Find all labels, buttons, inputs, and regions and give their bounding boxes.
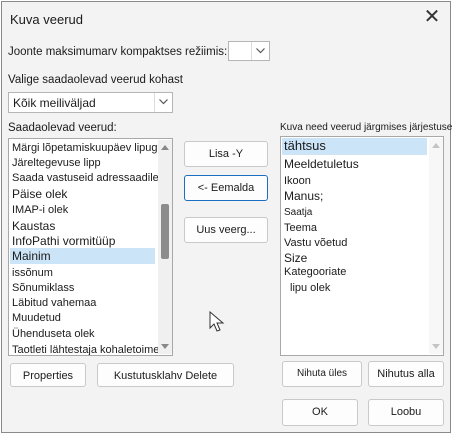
list-item[interactable]: Size — [284, 251, 307, 265]
shown-columns-list[interactable]: tähtsus Meeldetuletus Ikoon Manus; Saatj… — [280, 136, 444, 356]
list-item[interactable]: Taotleti lähtestaja kohaletoimetamist — [12, 344, 172, 355]
list-item[interactable]: Kaustas — [12, 219, 55, 233]
list-item[interactable]: IMAP-i olek — [12, 204, 68, 216]
mouse-pointer-icon — [209, 311, 225, 332]
delete-button[interactable]: Kustutusklahv Delete — [97, 363, 234, 387]
source-combobox[interactable]: Kõik meiliväljad — [8, 92, 173, 113]
scroll-up-icon — [432, 143, 440, 148]
list-item[interactable]: InfoPathi vormitüüp — [12, 234, 115, 248]
available-columns-label: Saadaolevad veerud: — [8, 122, 117, 134]
new-column-button[interactable]: Uus veerg... — [184, 217, 268, 243]
move-down-button[interactable]: Nihutus alla — [368, 361, 444, 387]
compact-lines-combobox[interactable] — [228, 41, 270, 61]
scroll-down-icon — [161, 344, 169, 349]
list-item-selected[interactable]: Mainim — [12, 249, 51, 263]
list-item[interactable]: Sõnumiklass — [12, 282, 74, 294]
remove-button[interactable]: <- Eemalda — [184, 175, 268, 201]
properties-button[interactable]: Properties — [10, 363, 86, 387]
chevron-down-icon[interactable] — [251, 42, 269, 60]
source-label: Valige saadaolevad veerud kohast — [8, 74, 183, 86]
list-item[interactable]: Kategooriate — [284, 266, 346, 278]
scrollbar-thumb[interactable] — [161, 204, 169, 259]
move-up-button[interactable]: Nihuta üles — [282, 361, 362, 387]
title-bar: Kuva veerud ✕ — [2, 2, 450, 38]
dialog-title: Kuva veerud — [10, 12, 83, 27]
list-item[interactable]: Ühenduseta olek — [12, 328, 95, 340]
ok-button[interactable]: OK — [282, 399, 358, 426]
list-item[interactable]: lipu olek — [290, 282, 330, 294]
list-item[interactable]: Saatja — [284, 207, 312, 218]
source-selected-value: Kõik meiliväljad — [13, 96, 96, 110]
list-item[interactable]: Järeltegevuse lipp — [12, 157, 101, 169]
list-item[interactable]: Vastu võetud — [284, 237, 347, 249]
list-item[interactable]: Teema — [284, 222, 317, 234]
scroll-up-icon — [161, 145, 169, 150]
list-item[interactable]: Manus; — [284, 189, 323, 203]
list-item[interactable]: Meeldetuletus — [284, 157, 359, 171]
compact-lines-label: Joonte maksimumarv kompaktses režiimis: … — [8, 46, 237, 58]
list-item[interactable]: Ikoon — [284, 175, 311, 187]
list-item[interactable]: Päise olek — [12, 187, 67, 201]
scroll-down-icon — [432, 344, 440, 349]
cancel-button[interactable]: Loobu — [368, 399, 444, 426]
shown-columns-label: Kuva need veerud järgmises järjestuses: — [280, 122, 452, 133]
list-item[interactable]: Saada vastuseid adressaadile — [12, 172, 159, 184]
chevron-down-icon[interactable] — [154, 93, 172, 112]
column-chooser-dialog: Kuva veerud ✕ Joonte maksimumarv kompakt… — [1, 1, 452, 433]
list-item[interactable]: Märgi lõpetamiskuupäev lipuga — [12, 142, 164, 154]
shown-list-scrollbar[interactable] — [429, 138, 443, 354]
list-item[interactable]: issõnum — [12, 267, 53, 279]
available-columns-list[interactable]: Märgi lõpetamiskuupäev lipuga Järeltegev… — [8, 138, 173, 356]
list-item[interactable]: Läbitud vahemaa — [12, 297, 96, 309]
list-item-selected[interactable]: tähtsus — [284, 138, 326, 153]
close-icon[interactable]: ✕ — [420, 6, 444, 30]
add-button[interactable]: Lisa -Y — [184, 141, 268, 167]
list-item[interactable]: Muudetud — [12, 312, 61, 324]
available-list-scrollbar[interactable] — [158, 140, 172, 354]
